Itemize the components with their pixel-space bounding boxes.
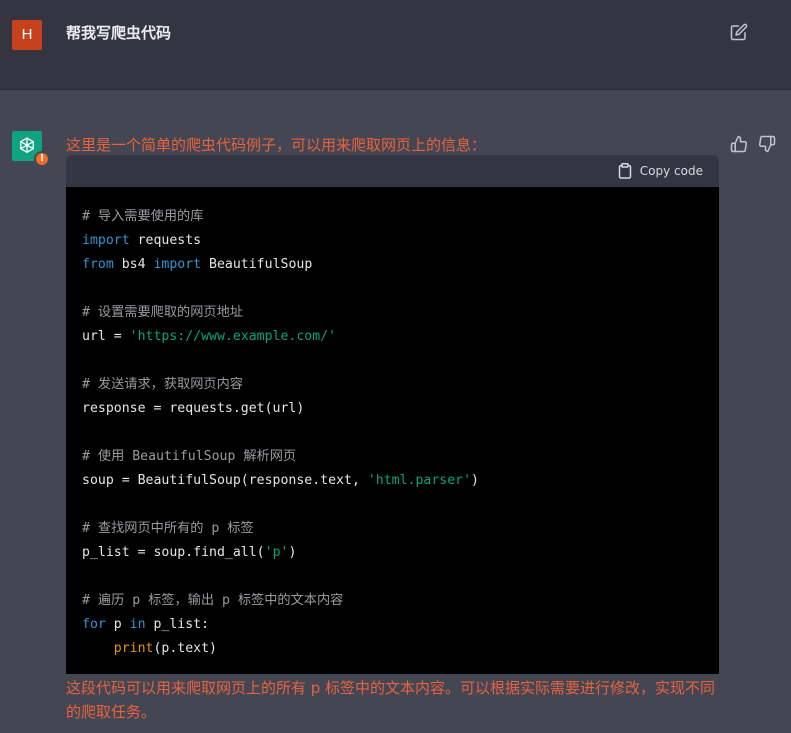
- user-message-row: H 帮我写爬虫代码: [0, 0, 791, 90]
- code-line: # 使用 BeautifulSoup 解析网页: [82, 449, 297, 464]
- code-line: # 遍历 p 标签，输出 p 标签中的文本内容: [82, 593, 344, 608]
- assistant-outro-text: 这段代码可以用来爬取网页上的所有 p 标签中的文本内容。可以根据实际需要进行修改…: [66, 679, 716, 721]
- code-line: # 查找网页中所有的 p 标签: [82, 521, 254, 536]
- user-message-text: 帮我写爬虫代码: [66, 24, 172, 42]
- assistant-message-row: ! 这里是一个简单的爬虫代码例子，可以用来爬取网页上的信息： Copy code…: [0, 91, 791, 733]
- copy-code-label: Copy code: [639, 164, 703, 178]
- assistant-intro-text: 这里是一个简单的爬虫代码例子，可以用来爬取网页上的信息：: [66, 136, 487, 154]
- clipboard-icon: [618, 163, 632, 179]
- code-line: import requests: [82, 233, 202, 248]
- thumbs-down-icon[interactable]: [758, 135, 776, 153]
- openai-logo-icon: [20, 137, 34, 153]
- code-line: url = 'https://www.example.com/': [82, 329, 337, 344]
- code-line: # 发送请求，获取网页内容: [82, 377, 243, 392]
- code-content[interactable]: # 导入需要使用的库 import requests from bs4 impo…: [66, 187, 719, 674]
- code-line: print(p.text): [113, 641, 217, 656]
- code-line: soup = BeautifulSoup(response.text, 'htm…: [82, 473, 479, 488]
- code-line: # 导入需要使用的库: [82, 209, 204, 224]
- warning-badge-icon: !: [34, 151, 50, 167]
- code-line: p_list = soup.find_all('p'): [82, 545, 297, 560]
- code-line: for p in p_list:: [82, 617, 210, 632]
- edit-icon[interactable]: [730, 23, 748, 41]
- code-line: response = requests.get(url): [82, 401, 305, 416]
- copy-code-button[interactable]: Copy code: [618, 162, 703, 180]
- code-line: from bs4 import BeautifulSoup: [82, 257, 313, 272]
- thumbs-up-icon[interactable]: [730, 135, 748, 153]
- user-avatar: H: [12, 20, 42, 50]
- code-block-header: Copy code: [66, 155, 719, 187]
- code-line: # 设置需要爬取的网页地址: [82, 305, 243, 320]
- code-block: Copy code # 导入需要使用的库 import requests fro…: [66, 155, 719, 674]
